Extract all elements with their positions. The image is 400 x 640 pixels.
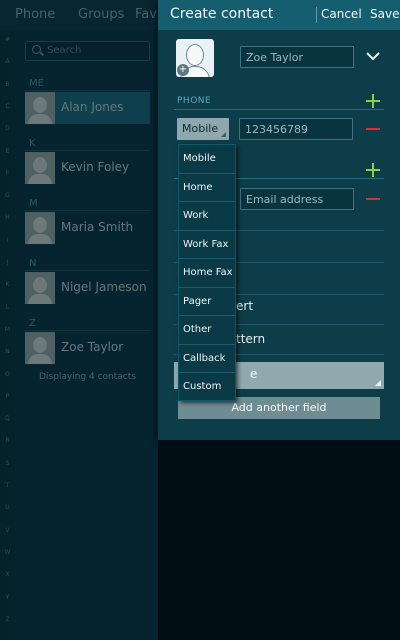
dropdown-option-work-fax[interactable]: Work Fax: [179, 230, 235, 258]
add-email-plus-icon[interactable]: [365, 162, 381, 178]
dropdown-corner-icon: [375, 380, 381, 386]
panel-header: Create contact Cancel Save: [158, 0, 400, 30]
page-title: Create contact: [170, 6, 274, 22]
chevron-down-icon[interactable]: [366, 51, 380, 61]
vibration-row-label[interactable]: ttern: [236, 332, 265, 346]
ringtone-row-label[interactable]: ert: [236, 299, 253, 313]
group-label: e: [250, 367, 258, 381]
divider: [316, 7, 317, 23]
dropdown-option-callback[interactable]: Callback: [179, 344, 235, 372]
dropdown-option-home[interactable]: Home: [179, 173, 235, 201]
dropdown-corner-icon: [221, 132, 226, 137]
dropdown-option-home-fax[interactable]: Home Fax: [179, 258, 235, 286]
email-field[interactable]: Email address: [240, 188, 354, 210]
remove-phone-minus-icon[interactable]: [366, 122, 380, 136]
save-button[interactable]: Save: [370, 7, 399, 21]
phone-type-select[interactable]: Mobile: [177, 118, 229, 140]
avatar-icon: [186, 44, 204, 66]
remove-email-minus-icon[interactable]: [366, 192, 380, 206]
dropdown-option-custom[interactable]: Custom: [179, 372, 235, 400]
phone-section-label: PHONE: [177, 96, 212, 106]
dropdown-option-work[interactable]: Work: [179, 201, 235, 229]
add-phone-plus-icon[interactable]: [365, 93, 381, 109]
add-photo-icon[interactable]: +: [177, 64, 189, 76]
dropdown-option-other[interactable]: Other: [179, 315, 235, 343]
phone-number-field[interactable]: 123456789: [239, 118, 353, 140]
divider: [174, 109, 384, 110]
phone-type-value: Mobile: [182, 122, 219, 135]
dropdown-option-mobile[interactable]: Mobile: [179, 145, 235, 173]
cancel-button[interactable]: Cancel: [321, 7, 362, 21]
name-field[interactable]: Zoe Taylor: [240, 46, 354, 68]
dropdown-option-pager[interactable]: Pager: [179, 287, 235, 315]
phone-type-dropdown: Mobile Home Work Work Fax Home Fax Pager…: [178, 144, 236, 401]
panel-empty-area: [158, 440, 400, 640]
